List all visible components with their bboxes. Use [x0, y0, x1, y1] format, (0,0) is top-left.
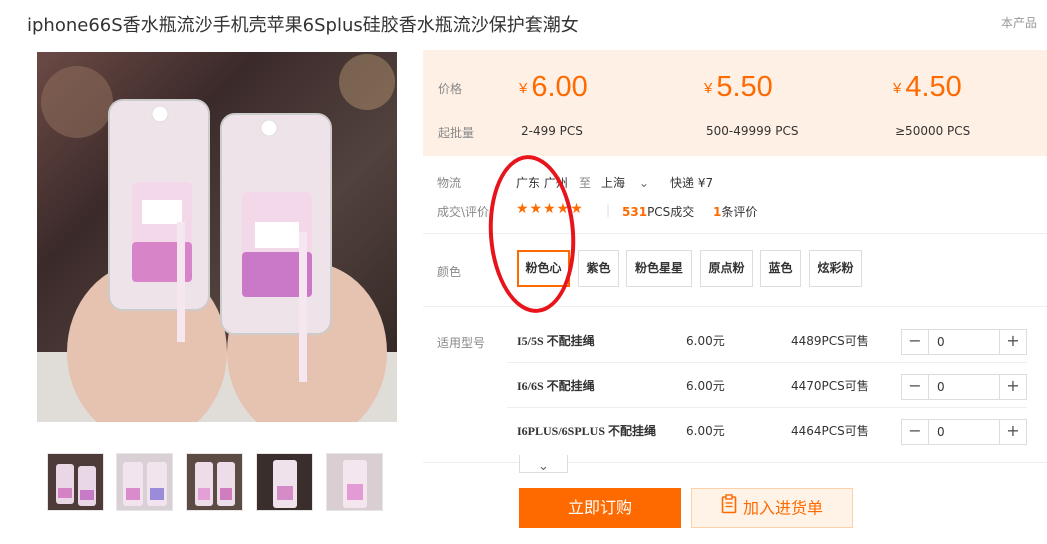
minus-button[interactable]: − [902, 330, 928, 354]
quantity-input[interactable]: 0 [928, 375, 1000, 399]
color-label: 颜色 [437, 265, 462, 279]
sku-price: 6.00元 [686, 424, 725, 438]
price-tier-3: ¥4.50 [893, 71, 962, 103]
moq-label: 起批量 [438, 126, 475, 140]
sku-name: I6/6S 不配挂绳 [517, 379, 595, 393]
main-product-image[interactable] [37, 52, 397, 422]
qty-tier-1: 2-499 PCS [521, 124, 583, 138]
quantity-stepper: − 0 + [901, 419, 1027, 445]
quantity-stepper: − 0 + [901, 374, 1027, 400]
color-option-blue[interactable]: 蓝色 [760, 250, 801, 287]
expand-more-button[interactable]: ⌄ [519, 455, 568, 474]
sku-row: I5/5S 不配挂绳 6.00元 4489PCS可售 − 0 + [507, 318, 1027, 363]
thumbnail-2[interactable] [116, 453, 173, 511]
color-option-rainbow-pink[interactable]: 炫彩粉 [809, 250, 862, 287]
minus-button[interactable]: − [902, 420, 928, 444]
qty-tier-3: ≥50000 PCS [895, 124, 971, 138]
color-option-pink-star[interactable]: 粉色星星 [626, 250, 692, 287]
logistics-label: 物流 [437, 176, 462, 190]
plus-button[interactable]: + [1000, 375, 1026, 399]
deals-label: 成交\评价 [437, 205, 490, 219]
divider [423, 233, 1047, 234]
qty-tier-2: 500-49999 PCS [706, 124, 799, 138]
sku-name: I6PLUS/6SPLUS 不配挂绳 [517, 424, 657, 438]
quantity-input[interactable]: 0 [928, 330, 1000, 354]
minus-button[interactable]: − [902, 375, 928, 399]
price-tier-1: ¥6.00 [519, 71, 588, 103]
ship-to-word: 至 [579, 176, 592, 190]
sku-stock: 4489PCS可售 [791, 334, 869, 348]
divider [423, 306, 1047, 307]
model-label: 适用型号 [437, 336, 486, 350]
sku-row: I6PLUS/6SPLUS 不配挂绳 6.00元 4464PCS可售 − 0 + [507, 408, 1027, 453]
page-title: iphone66S香水瓶流沙手机壳苹果6Splus硅胶香水瓶流沙保护套潮女 [27, 15, 579, 36]
price-panel: 价格 起批量 ¥6.00 2-499 PCS ¥5.50 500-49999 P… [423, 50, 1047, 156]
product-tag: 本产品 [1001, 16, 1038, 30]
sold-count[interactable]: 531PCS成交 [622, 203, 694, 220]
thumbnail-5[interactable] [326, 453, 383, 511]
sku-price: 6.00元 [686, 379, 725, 393]
color-option-purple[interactable]: 紫色 [578, 250, 619, 287]
price-label: 价格 [438, 82, 463, 96]
chevron-down-icon: ⌄ [638, 176, 649, 190]
divider [423, 462, 1047, 463]
plus-button[interactable]: + [1000, 330, 1026, 354]
clipboard-icon [721, 490, 737, 528]
ship-from: 广东 广州 [516, 176, 568, 190]
quantity-stepper: − 0 + [901, 329, 1027, 355]
sku-stock: 4464PCS可售 [791, 424, 869, 438]
add-to-cart-button[interactable]: 加入进货单 [691, 488, 853, 528]
thumbnail-3[interactable] [186, 453, 243, 511]
sku-price: 6.00元 [686, 334, 725, 348]
express-fee: 快递 ¥7 [670, 176, 714, 190]
sku-name: I5/5S 不配挂绳 [517, 334, 595, 348]
sku-stock: 4470PCS可售 [791, 379, 869, 393]
price-tier-2: ¥5.50 [704, 71, 773, 103]
sku-row: I6/6S 不配挂绳 6.00元 4470PCS可售 − 0 + [507, 363, 1027, 408]
rating-stars: ★★★★★ [516, 201, 584, 217]
divider: | [606, 203, 611, 217]
quantity-input[interactable]: 0 [928, 420, 1000, 444]
color-option-dot-pink[interactable]: 原点粉 [700, 250, 753, 287]
thumbnail-4[interactable] [256, 453, 313, 511]
thumbnail-1[interactable] [47, 453, 104, 511]
chevron-down-icon: ⌄ [538, 459, 549, 474]
review-count[interactable]: 1条评价 [713, 203, 757, 220]
buy-now-button[interactable]: 立即订购 [519, 488, 681, 528]
plus-button[interactable]: + [1000, 420, 1026, 444]
ship-to-select[interactable]: 上海 ⌄ [601, 174, 649, 191]
color-option-pink-heart[interactable]: 粉色心 [517, 250, 570, 287]
